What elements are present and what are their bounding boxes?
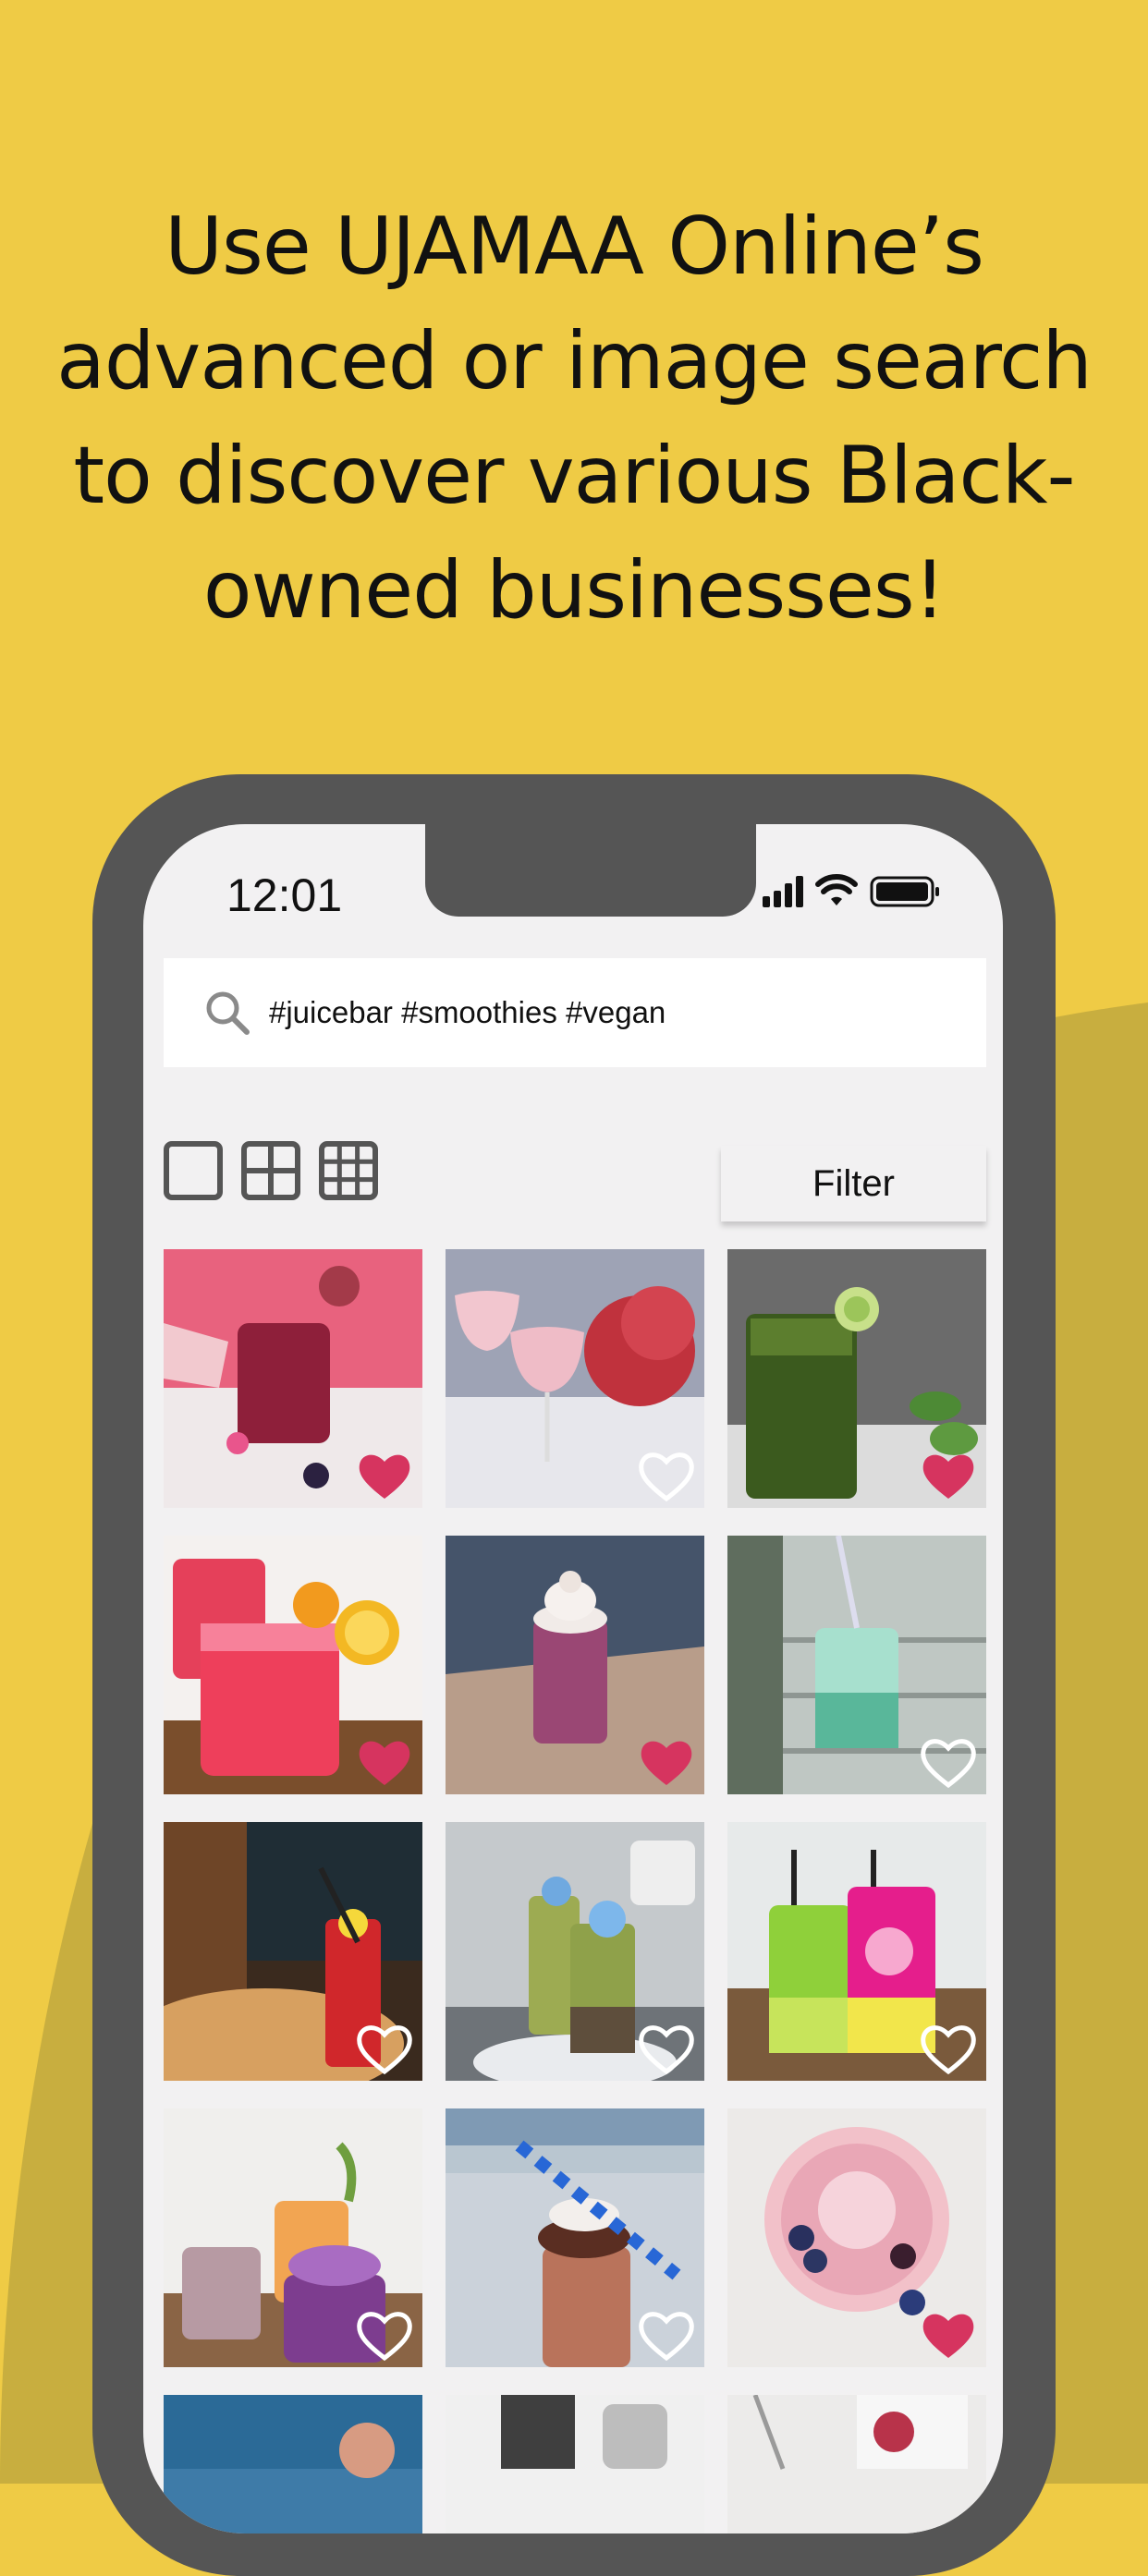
result-image-tile[interactable] <box>164 2108 422 2367</box>
filter-button[interactable]: Filter <box>721 1146 986 1221</box>
result-image-tile[interactable] <box>446 1249 704 1508</box>
result-image-tile[interactable] <box>446 2395 704 2533</box>
single-column-view-icon[interactable] <box>164 1141 223 1200</box>
heart-filled-icon[interactable] <box>356 1449 413 1502</box>
headline-line-4: owned businesses! <box>202 544 946 637</box>
phone-notch <box>425 824 756 917</box>
status-icons <box>763 874 939 907</box>
result-image-tile[interactable] <box>164 1822 422 2081</box>
cellular-signal-icon <box>763 876 803 907</box>
result-image-tile[interactable] <box>164 2395 422 2533</box>
promo-headline: Use UJAMAA Online’s advanced or image se… <box>55 189 1093 648</box>
result-image-tile[interactable] <box>727 2108 986 2367</box>
heart-outline-icon[interactable] <box>638 1449 695 1502</box>
battery-icon <box>870 876 939 907</box>
two-column-grid-icon[interactable] <box>241 1141 300 1200</box>
result-image-tile[interactable] <box>727 1249 986 1508</box>
status-time: 12:01 <box>226 869 343 921</box>
heart-outline-icon[interactable] <box>356 2022 413 2075</box>
view-toggle-group <box>164 1141 378 1200</box>
heart-outline-icon[interactable] <box>920 1735 977 1789</box>
search-icon <box>206 991 250 1035</box>
heart-filled-icon[interactable] <box>356 1735 413 1789</box>
heart-filled-icon[interactable] <box>920 2308 977 2362</box>
result-image-tile[interactable] <box>164 1536 422 1794</box>
phone-screen: 12:01 #juicebar #smoothies #vegan Filter <box>143 824 1003 2533</box>
search-query[interactable]: #juicebar #smoothies #vegan <box>269 995 666 1030</box>
result-image-tile[interactable] <box>446 1822 704 2081</box>
headline-line-1: Use UJAMAA Online’s <box>165 200 984 293</box>
result-image-tile[interactable] <box>727 2395 986 2533</box>
heart-outline-icon[interactable] <box>356 2308 413 2362</box>
heart-filled-icon[interactable] <box>920 1449 977 1502</box>
result-photo <box>446 2395 704 2533</box>
heart-outline-icon[interactable] <box>920 2022 977 2075</box>
result-image-tile[interactable] <box>727 1822 986 2081</box>
headline-line-2: advanced or image search <box>56 315 1093 407</box>
search-bar[interactable]: #juicebar #smoothies #vegan <box>164 958 986 1067</box>
result-photo <box>727 2395 986 2533</box>
result-image-tile[interactable] <box>727 1536 986 1794</box>
result-image-tile[interactable] <box>446 2108 704 2367</box>
heart-outline-icon[interactable] <box>638 2308 695 2362</box>
result-photo <box>164 2395 422 2533</box>
three-column-grid-icon[interactable] <box>319 1141 378 1200</box>
headline-line-3: to discover various Black- <box>73 430 1075 522</box>
result-image-tile[interactable] <box>164 1249 422 1508</box>
heart-filled-icon[interactable] <box>638 1735 695 1789</box>
result-image-tile[interactable] <box>446 1536 704 1794</box>
heart-outline-icon[interactable] <box>638 2022 695 2075</box>
wifi-icon <box>815 874 858 905</box>
